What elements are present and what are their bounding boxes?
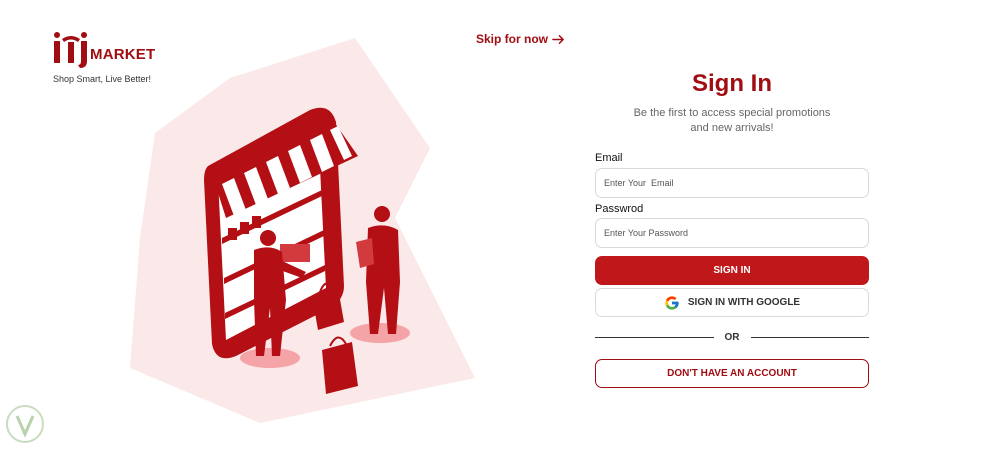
arrow-right-icon: [552, 34, 564, 44]
divider-line-left: [595, 336, 714, 338]
password-label: Passwrod: [595, 203, 644, 215]
google-sign-in-button[interactable]: SIGN IN WITH GOOGLE: [595, 288, 869, 317]
google-button-label: SIGN IN WITH GOOGLE: [687, 297, 801, 308]
subtitle-line-2: and new arrivals!: [690, 122, 774, 134]
or-divider: OR: [595, 331, 869, 343]
skip-label: Skip for now: [476, 32, 548, 46]
page-title: Sign In: [692, 70, 772, 97]
page-subtitle: Be the first to access special promotion…: [595, 106, 869, 136]
sign-in-form: Sign In Be the first to access special p…: [595, 70, 869, 388]
storefront-illustration: [130, 38, 475, 423]
password-field[interactable]: [595, 218, 869, 248]
subtitle-line-1: Be the first to access special promotion…: [633, 107, 831, 119]
email-label: Email: [595, 152, 623, 164]
create-account-button[interactable]: DON'T HAVE AN ACCOUNT: [595, 359, 869, 388]
skip-for-now-link[interactable]: Skip for now: [476, 32, 565, 46]
iti-logo-mark-icon: [54, 32, 87, 68]
email-field[interactable]: [595, 168, 869, 198]
divider-label: OR: [724, 331, 740, 343]
google-icon: [665, 295, 679, 310]
sign-in-button-label: SIGN IN: [713, 265, 751, 276]
sign-in-button[interactable]: SIGN IN: [595, 256, 869, 285]
shield-watermark-icon: [6, 405, 44, 443]
divider-line-right: [750, 336, 869, 338]
create-account-label: DON'T HAVE AN ACCOUNT: [667, 368, 797, 379]
